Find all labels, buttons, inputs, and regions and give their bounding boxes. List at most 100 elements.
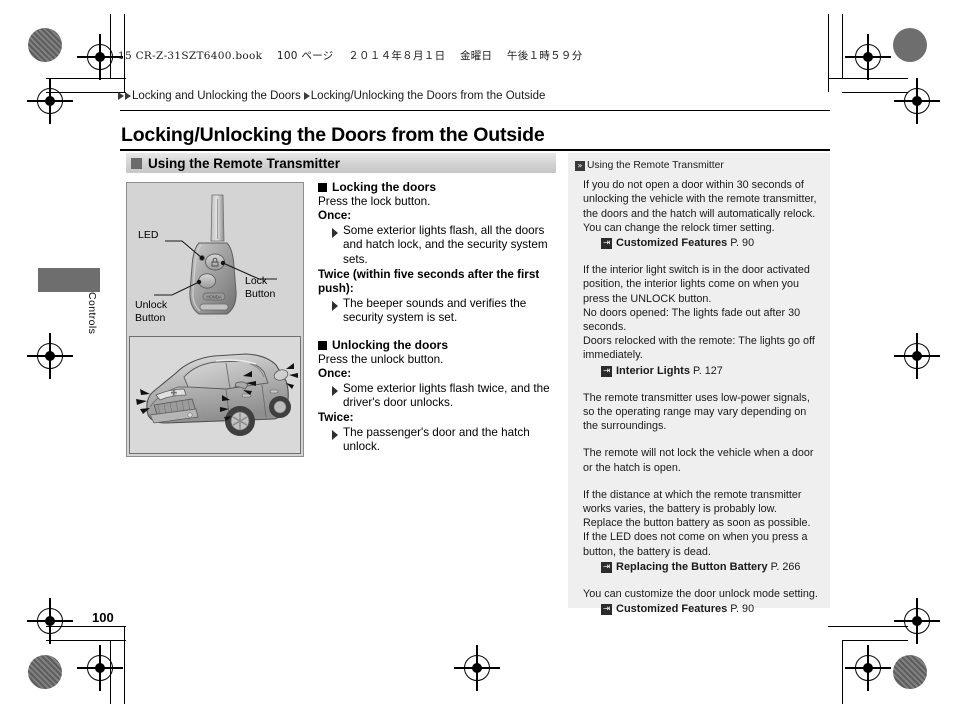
print-header-file: 15 CR-Z-31SZT6400.book — [118, 50, 263, 62]
double-chevron-icon: » — [575, 161, 585, 171]
print-header-line: 15 CR-Z-31SZT6400.book 100 ページ ２０１４年８月１日… — [118, 48, 583, 63]
note-text: If the distance at which the remote tran… — [583, 488, 811, 558]
cross-reference-name: Interior Lights — [616, 364, 690, 377]
color-blob-top-right — [893, 28, 927, 62]
cross-reference-page: P. 90 — [730, 603, 755, 616]
registration-mark-top-right — [894, 78, 940, 124]
step-label-unlocking-twice: Twice: — [318, 410, 354, 424]
cross-reference-page: P. 90 — [730, 237, 755, 250]
section-bullet-icon — [131, 157, 142, 169]
page-number: 100 — [92, 610, 114, 625]
callout-lock-line2: Button — [245, 287, 276, 300]
registration-mark-top-left — [27, 78, 73, 124]
color-blob-bottom-left — [28, 655, 62, 689]
instruction-intro-unlocking: Press the unlock button. — [318, 352, 444, 366]
callout-unlock-line1: Unlock — [135, 299, 168, 311]
instruction-intro-locking: Press the lock button. — [318, 194, 431, 208]
breadcrumb: Locking and Unlocking the Doors Locking/… — [118, 90, 545, 102]
callout-unlock-line2: Button — [135, 311, 166, 324]
note-text: The remote will not lock the vehicle whe… — [583, 447, 814, 474]
cross-reference[interactable]: ⇥ Customized Features P. 90 — [601, 236, 818, 250]
cross-reference-page: P. 127 — [692, 364, 723, 377]
cross-reference-name: Customized Features — [616, 237, 728, 250]
print-header-weekday: 金曜日 — [459, 50, 493, 62]
margin-tab-block — [38, 268, 100, 292]
note-text: If you do not open a door within 30 seco… — [583, 179, 817, 234]
cross-reference[interactable]: ⇥ Interior Lights P. 127 — [601, 364, 818, 378]
section-header-bar: Using the Remote Transmitter — [126, 153, 556, 173]
triangle-right-icon — [125, 92, 131, 100]
crop-line-bottom-right-v — [842, 640, 844, 704]
registration-mark-top-center-right — [845, 34, 891, 80]
registration-mark-bottom-left — [27, 598, 73, 644]
crop-line-bottom-left-h2 — [46, 640, 126, 642]
registration-mark-top-center-left — [77, 34, 123, 80]
triangle-right-icon — [332, 429, 338, 440]
note-block: You can customize the door unlock mode s… — [583, 587, 818, 616]
callout-led: LED — [138, 229, 159, 241]
step-text-unlocking-once: Some exterior lights flash twice, and th… — [332, 382, 560, 411]
callout-lock-button: Lock Button — [245, 275, 275, 300]
step-text-locking-once: Some exterior lights flash, all the door… — [332, 224, 560, 268]
step-text-locking-twice: The beeper sounds and verifies the secur… — [332, 297, 560, 326]
print-header-page: 100 ページ — [276, 50, 334, 62]
triangle-right-icon — [332, 300, 338, 311]
cross-reference[interactable]: ⇥ Replacing the Button Battery P. 266 — [601, 560, 818, 574]
registration-mark-bottom-right — [894, 598, 940, 644]
cross-reference-page: P. 266 — [770, 560, 801, 573]
callout-lock-line1: Lock — [245, 275, 268, 287]
instructions-column: Locking the doors Press the lock button.… — [318, 180, 560, 455]
note-block: If you do not open a door within 30 seco… — [583, 178, 818, 250]
step-label-unlocking-once: Once: — [318, 367, 352, 381]
side-notes-title: » Using the Remote Transmitter — [575, 159, 818, 173]
crop-line-top-right-v — [842, 14, 844, 78]
color-blob-top-left — [28, 28, 62, 62]
breadcrumb-level-1[interactable]: Locking and Unlocking the Doors — [132, 90, 301, 102]
crop-line-top-right-v2 — [828, 14, 830, 92]
cross-reference-arrow-icon: ⇥ — [601, 238, 612, 250]
color-blob-bottom-right — [893, 655, 927, 689]
print-header-time: 午後１時５９分 — [506, 50, 583, 62]
crop-line-bottom-right-h2 — [842, 640, 908, 642]
svg-text:HONDA: HONDA — [206, 295, 221, 300]
registration-mark-bottom-center-left — [77, 645, 123, 691]
print-header-date: ２０１４年８月１日 — [348, 50, 446, 62]
crop-line-top-left-v — [110, 14, 112, 78]
title-divider — [120, 149, 830, 151]
callout-unlock-button: Unlock Button — [135, 299, 167, 324]
cross-reference[interactable]: ⇥ Customized Features P. 90 — [601, 602, 818, 616]
cross-reference-arrow-icon: ⇥ — [601, 365, 612, 377]
note-text: You can customize the door unlock mode s… — [583, 588, 818, 601]
crop-line-bottom-right-v2 — [828, 626, 906, 628]
illustration-panel: HONDA LED Lock Button Unlock Button — [126, 182, 304, 457]
section-header-label: Using the Remote Transmitter — [148, 155, 341, 171]
page-title: Locking/Unlocking the Doors from the Out… — [121, 124, 545, 146]
heading-bullet-icon — [318, 183, 327, 192]
step-label-locking-once: Once: — [318, 209, 352, 223]
header-divider — [120, 110, 830, 111]
crop-line-top-left-h — [46, 78, 126, 80]
margin-tab-label: Controls — [86, 292, 98, 335]
cr-z-car-svg — [136, 353, 298, 436]
breadcrumb-level-2[interactable]: Locking/Unlocking the Doors from the Out… — [311, 90, 546, 102]
triangle-right-icon — [332, 227, 338, 238]
note-block: If the distance at which the remote tran… — [583, 488, 818, 574]
note-text: The remote transmitter uses low-power si… — [583, 391, 810, 433]
step-text-unlocking-twice: The passenger's door and the hatch unloc… — [332, 426, 560, 455]
step-label-locking-twice: Twice (within five seconds after the fir… — [318, 267, 540, 296]
registration-mark-middle-left — [27, 333, 73, 379]
cross-reference-arrow-icon: ⇥ — [601, 604, 612, 616]
registration-mark-middle-right — [894, 333, 940, 379]
cross-reference-name: Replacing the Button Battery — [616, 560, 768, 573]
note-block: The remote will not lock the vehicle whe… — [583, 446, 818, 474]
note-text: If the interior light switch is in the d… — [583, 264, 815, 362]
triangle-right-icon — [332, 385, 338, 396]
registration-mark-bottom-center-right — [845, 645, 891, 691]
vehicle-illustration — [129, 336, 301, 454]
triangle-right-icon — [303, 92, 310, 100]
heading-bullet-icon — [318, 340, 327, 350]
triangle-right-icon — [118, 92, 124, 100]
side-notes-panel: » Using the Remote Transmitter If you do… — [568, 153, 830, 616]
cross-reference-name: Customized Features — [616, 603, 728, 616]
